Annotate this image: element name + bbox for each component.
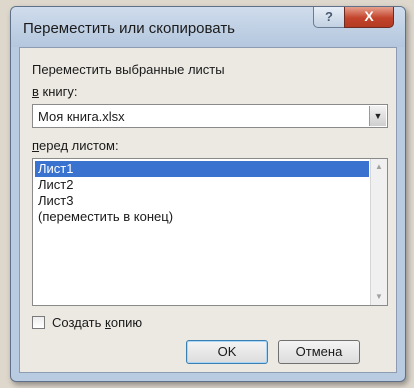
dialog-title: Переместить или скопировать [23,20,235,37]
help-button[interactable]: ? [313,7,345,28]
to-book-label-text: книгу: [38,84,78,99]
create-copy-label-post: опию [110,315,143,330]
list-item-sheet1[interactable]: Лист1 [35,161,369,177]
before-sheet-label: перед листом: [32,138,119,153]
before-sheet-label-text: еред листом: [39,138,119,153]
to-book-accelerator: в [32,84,39,99]
move-selected-sheets-label: Переместить выбранные листы [32,62,225,77]
scroll-down-arrow-icon[interactable]: ▼ [371,289,387,305]
chevron-down-icon[interactable]: ▼ [369,106,386,126]
sheet-list[interactable]: Лист1 Лист2 Лист3 (переместить в конец) … [32,158,388,306]
to-book-label: в книгу: [32,84,78,99]
cancel-button[interactable]: Отмена [278,340,360,364]
before-sheet-accelerator: п [32,138,40,153]
list-item-sheet2[interactable]: Лист2 [35,177,369,193]
list-item-sheet3[interactable]: Лист3 [35,193,369,209]
move-copy-dialog: Переместить или скопировать ? X Перемест… [10,6,406,382]
list-scrollbar[interactable]: ▲ ▼ [370,159,387,305]
create-copy-label-pre: Создать [52,315,106,330]
list-item-move-to-end[interactable]: (переместить в конец) [35,209,369,225]
scroll-up-arrow-icon[interactable]: ▲ [371,159,387,175]
dialog-body: Переместить выбранные листы в книгу: Моя… [19,47,397,373]
create-copy-label[interactable]: Создать копию [52,315,142,330]
close-button[interactable]: X [344,7,394,28]
book-select-value: Моя книга.xlsx [38,109,125,124]
ok-button[interactable]: OK [186,340,268,364]
create-copy-checkbox[interactable] [32,316,45,329]
book-select[interactable]: Моя книга.xlsx ▼ [32,104,388,128]
title-bar[interactable]: Переместить или скопировать ? X [11,7,405,47]
